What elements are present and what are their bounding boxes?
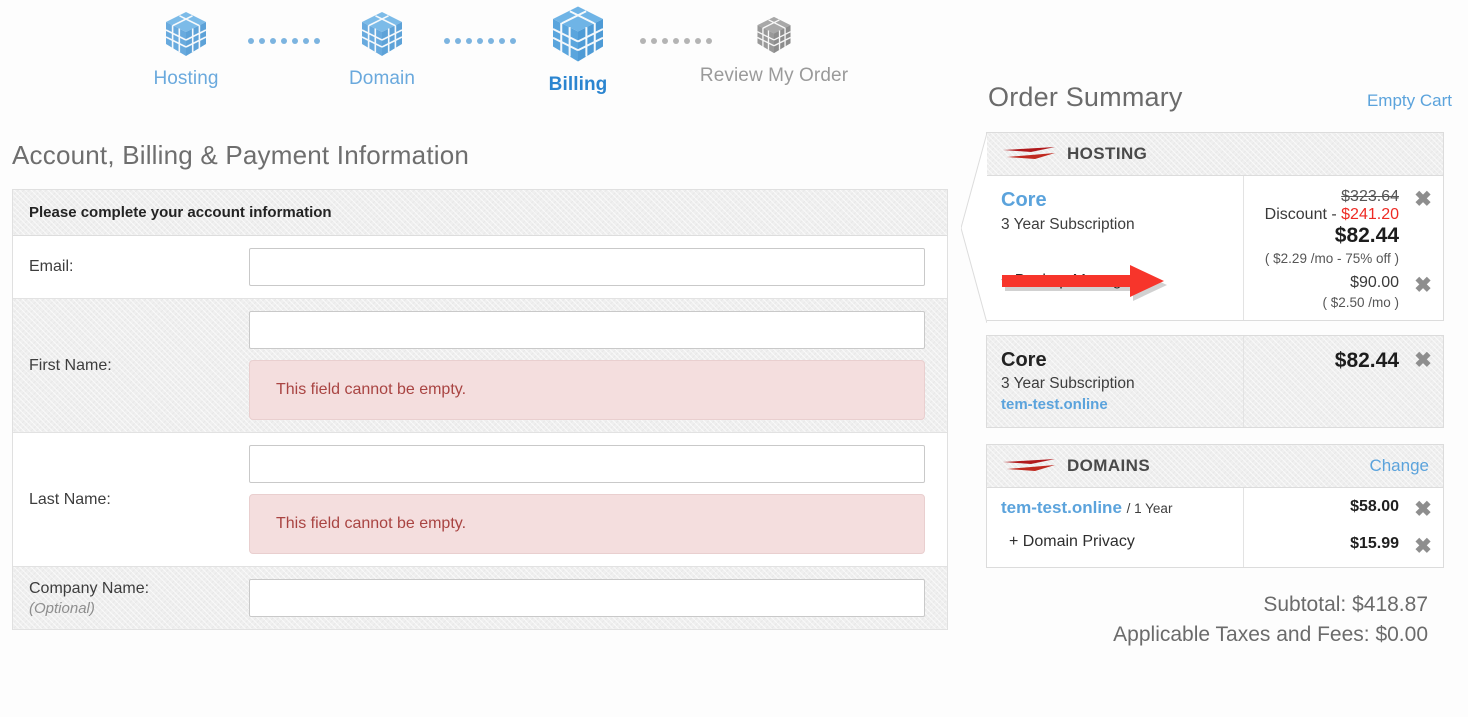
stepper-connector-1 xyxy=(246,38,322,44)
step-hosting[interactable]: Hosting xyxy=(126,10,246,90)
form-row-email: Email: xyxy=(13,236,947,299)
step-hosting-label: Hosting xyxy=(153,68,219,89)
company-name-field[interactable] xyxy=(249,579,925,617)
hosting-summary-card: Core 3 Year Subscription tem-test.online… xyxy=(986,335,1444,428)
account-form-section: Account, Billing & Payment Information P… xyxy=(0,140,960,630)
hosting-product-name[interactable]: Core xyxy=(1001,188,1229,213)
cube-icon xyxy=(361,12,403,56)
step-billing[interactable]: Billing xyxy=(518,6,638,96)
email-field[interactable] xyxy=(249,248,925,286)
brand-swoosh-icon xyxy=(1003,147,1055,159)
domain-privacy-label: + Domain Privacy xyxy=(1009,533,1135,550)
order-totals: Subtotal: $418.87 Applicable Taxes and F… xyxy=(986,590,1428,650)
hosting-card-title: HOSTING xyxy=(1067,144,1148,163)
domain-price: $58.00 xyxy=(1350,498,1399,515)
company-name-label: Company Name: (Optional) xyxy=(13,580,249,617)
hosting-summary-info: Core 3 Year Subscription tem-test.online xyxy=(987,336,1243,427)
hosting-card-header: HOSTING xyxy=(987,133,1443,176)
panel-header: Please complete your account information xyxy=(13,190,947,236)
hosting-summary-name: Core xyxy=(1001,349,1047,371)
brand-swoosh-icon xyxy=(1003,459,1055,471)
domain-name-text: tem-test.online xyxy=(1001,498,1122,517)
hosting-summary-term: 3 Year Subscription xyxy=(1001,375,1135,392)
step-review-my-order-label: Review My Order xyxy=(699,65,849,86)
hosting-addon-rate-note: ( $2.50 /mo ) xyxy=(1322,295,1399,310)
step-domain[interactable]: Domain xyxy=(322,10,442,90)
taxes-line: Applicable Taxes and Fees: $0.00 xyxy=(1113,622,1428,646)
remove-hosting-summary-icon[interactable]: ✖ xyxy=(1411,350,1435,373)
empty-cart-link[interactable]: Empty Cart xyxy=(1367,91,1452,111)
hosting-addon-price: $90.00 xyxy=(1350,274,1399,291)
last-name-field[interactable] xyxy=(249,445,925,483)
step-review-my-order[interactable]: Review My Order xyxy=(700,10,848,87)
stepper-connector-3 xyxy=(638,38,714,44)
domain-term: / 1 Year xyxy=(1126,501,1173,516)
cube-icon xyxy=(165,12,207,56)
checkout-stepper: Hosting Domain Billing Review My Order xyxy=(0,0,960,100)
hosting-discount-line: Discount - $241.20 xyxy=(1265,206,1399,224)
checkout-page: Hosting Domain Billing Review My Order A… xyxy=(0,0,1468,717)
company-name-label-text: Company Name: xyxy=(29,579,150,597)
hosting-summary-domain[interactable]: tem-test.online xyxy=(1001,396,1229,413)
order-summary: Order Summary Empty Cart HOSTING Core 3 … xyxy=(961,82,1460,650)
domain-pricing: $58.00 ✖ $15.99 ✖ xyxy=(1243,488,1443,567)
form-row-last-name: Last Name: This field cannot be empty. xyxy=(13,433,947,567)
cube-icon xyxy=(757,16,791,54)
domains-card: DOMAINS Change tem-test.online / 1 Year … xyxy=(986,444,1444,568)
hosting-discount-amount: $241.20 xyxy=(1341,206,1399,223)
domain-name[interactable]: tem-test.online / 1 Year xyxy=(1001,498,1229,518)
hosting-discount-label: Discount - xyxy=(1264,206,1337,223)
hosting-product-pricing: $323.64 Discount - $241.20 $82.44 ( $2.2… xyxy=(1243,176,1443,320)
hosting-card-pointer xyxy=(961,133,987,323)
last-name-error: This field cannot be empty. xyxy=(249,494,925,554)
remove-backup-manager-icon[interactable]: ✖ xyxy=(1411,275,1435,310)
domains-card-title: DOMAINS xyxy=(1067,456,1151,475)
hosting-original-price: $323.64 xyxy=(1341,188,1399,205)
remove-hosting-icon[interactable]: ✖ xyxy=(1411,189,1435,266)
order-summary-header: Order Summary Empty Cart xyxy=(970,82,1460,113)
first-name-error: This field cannot be empty. xyxy=(249,360,925,420)
order-summary-title: Order Summary xyxy=(988,82,1183,112)
change-domains-link[interactable]: Change xyxy=(1369,456,1429,476)
company-name-optional-note: (Optional) xyxy=(29,599,95,617)
domain-info: tem-test.online / 1 Year + Domain Privac… xyxy=(987,488,1243,567)
form-row-first-name: First Name: This field cannot be empty. xyxy=(13,299,947,433)
remove-domain-icon[interactable]: ✖ xyxy=(1411,499,1435,520)
hosting-summary-row: Core 3 Year Subscription tem-test.online… xyxy=(987,336,1443,427)
last-name-label: Last Name: xyxy=(29,490,111,508)
domains-card-header: DOMAINS Change xyxy=(987,445,1443,488)
annotation-arrow-icon xyxy=(1000,262,1200,304)
hosting-summary-price: $82.44 xyxy=(1334,349,1399,372)
form-row-company-name: Company Name: (Optional) xyxy=(13,567,947,630)
hosting-summary-pricing: $82.44 ✖ xyxy=(1243,336,1443,427)
cube-icon xyxy=(552,6,604,62)
subtotal-line: Subtotal: $418.87 xyxy=(1263,593,1428,616)
step-domain-label: Domain xyxy=(348,68,416,89)
hosting-product-term: 3 Year Subscription xyxy=(1001,216,1135,233)
account-information-panel: Please complete your account information… xyxy=(12,189,948,630)
page-title: Account, Billing & Payment Information xyxy=(12,140,470,170)
first-name-field[interactable] xyxy=(249,311,925,349)
step-billing-label: Billing xyxy=(548,74,608,95)
remove-domain-privacy-icon[interactable]: ✖ xyxy=(1411,536,1435,557)
domain-row: tem-test.online / 1 Year + Domain Privac… xyxy=(987,488,1443,567)
stepper-connector-2 xyxy=(442,38,518,44)
domain-privacy-price: $15.99 xyxy=(1350,535,1399,552)
first-name-label: First Name: xyxy=(29,356,112,374)
hosting-rate-note: ( $2.29 /mo - 75% off ) xyxy=(1264,251,1399,266)
hosting-final-price: $82.44 xyxy=(1334,224,1399,247)
email-label: Email: xyxy=(29,258,74,275)
